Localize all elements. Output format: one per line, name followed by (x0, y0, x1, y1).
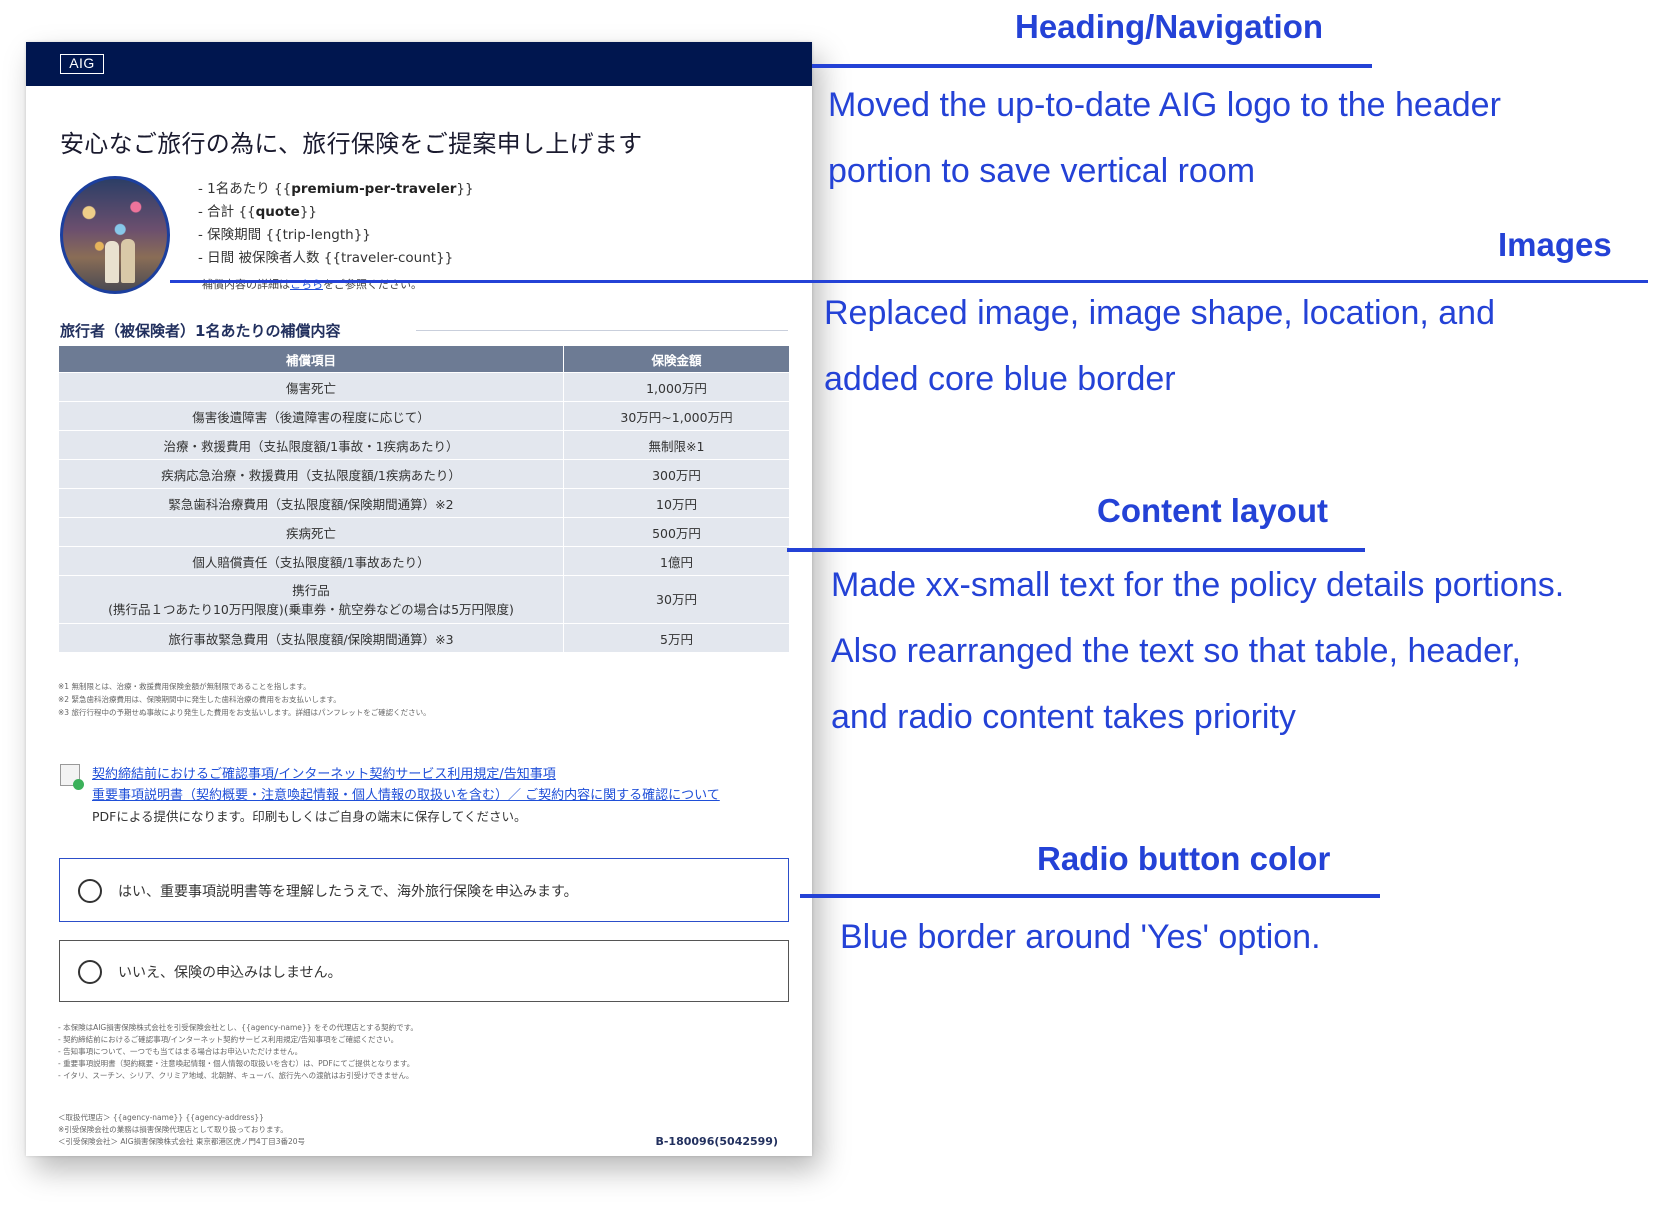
premium-line: - 日間 被保険者人数 {{traveler-count}} (198, 250, 454, 266)
doc-header: AIG (26, 42, 812, 86)
links-note: PDFによる提供になります。印刷もしくはご自身の端末に保存してください。 (92, 809, 527, 824)
annotation-body-images: Replaced image, image shape, location, a… (824, 294, 1495, 398)
document-links: 契約締結前におけるご確認事項/インターネット契約サービス利用規定/告知事項 重要… (92, 764, 720, 827)
premium-summary: - 1名あたり {{premium-per-traveler}} - 合計 {{… (198, 178, 474, 270)
annotation-rule (812, 64, 1372, 68)
fine-print-line: - 本保険はAIG損害保険株式会社を引受保険会社とし、{{agency-name… (58, 1023, 418, 1032)
table-header: 補償項目 (58, 345, 564, 373)
coverage-table: 補償項目 保険金額 傷害死亡 1,000万円 傷害後遺障害（後遺障害の程度に応じて）… (58, 345, 790, 653)
important-matters-link[interactable]: 重要事項説明書（契約概要・注意喚起情報・個人情報の取扱いを含む）／ ご契約内容に… (92, 785, 720, 806)
section-divider (416, 330, 788, 331)
footnote: ※3 旅行行程中の予期せぬ事故により発生した費用をお支払いします。詳細はパンフレ… (58, 708, 431, 717)
premium-line: - 保険期間 {{trip-length}} (198, 227, 371, 243)
coverage-item-cell: 傷害後遺障害（後遺障害の程度に応じて） (58, 401, 564, 431)
table-row: 疾病死亡 500万円 (58, 517, 790, 547)
coverage-item-cell: 旅行事故緊急費用（支払限度額/保険期間通算）※3 (58, 623, 564, 653)
pdf-document-icon (60, 764, 84, 790)
table-row: 治療・救援費用（支払限度額/1事故・1疾病あたり） 無制限※1 (58, 430, 790, 460)
coverage-item-cell: 疾病死亡 (58, 517, 564, 547)
table-row: 旅行事故緊急費用（支払限度額/保険期間通算）※3 5万円 (58, 623, 790, 653)
detail-link-line: 補償内容の詳細はこちらをご参照ください。 (202, 278, 422, 291)
coverage-amount-cell: 30万円~1,000万円 (563, 401, 790, 431)
coverage-amount-cell: 無制限※1 (563, 430, 790, 460)
agency-info: ＜取扱代理店＞ {{agency-name}} {{agency-address… (58, 1112, 558, 1148)
coverage-item-cell: 個人賠償責任（支払限度額/1事故あたり） (58, 546, 564, 576)
agency-line: ※引受保険会社の業務は損害保険代理店として取り扱っております。 (58, 1125, 288, 1134)
annotation-heading-images: Images (1498, 226, 1612, 263)
radio-yes-label: はい、重要事項説明書等を理解したうえで、海外旅行保険を申込みます。 (118, 884, 578, 900)
radio-option-no[interactable]: いいえ、保険の申込みはしません。 (59, 940, 789, 1002)
premium-line: - 1名あたり {{premium-per-traveler}} (198, 181, 474, 197)
agency-line: ＜引受保険会社＞ AIG損害保険株式会社 東京都港区虎ノ門4丁目3番20号 (58, 1137, 306, 1146)
coverage-amount-cell: 30万円 (563, 575, 790, 624)
table-row: 傷害後遺障害（後遺障害の程度に応じて） 30万円~1,000万円 (58, 401, 790, 431)
traveler-figure (121, 239, 135, 283)
fine-print-line: - 重要事項説明書（契約概要・注意喚起情報・個人情報の取扱いを含む）は、PDFに… (58, 1059, 415, 1068)
document-mockup: AIG 安心なご旅行の為に、旅行保険をご提案申し上げます - 1名あたり {{p… (26, 42, 812, 1156)
page-title: 安心なご旅行の為に、旅行保険をご提案申し上げます (60, 130, 643, 158)
table-header: 保険金額 (563, 345, 790, 373)
coverage-amount-cell: 1,000万円 (563, 372, 790, 402)
coverage-item-cell: 緊急歯科治療費用（支払限度額/保険期間通算）※2 (58, 488, 564, 518)
table-row: 携行品 (携行品１つあたり10万円限度)(乗車券・航空券などの場合は5万円限度)… (58, 575, 790, 624)
fine-print: - 本保険はAIG損害保険株式会社を引受保険会社とし、{{agency-name… (58, 1022, 758, 1082)
coverage-item-cell: 疾病応急治療・救援費用（支払限度額/1疾病あたり） (58, 459, 564, 489)
annotation-heading-navigation: Heading/Navigation (1015, 8, 1324, 45)
disclosure-link[interactable]: 契約締結前におけるご確認事項/インターネット契約サービス利用規定/告知事項 (92, 764, 720, 785)
coverage-item-cell: 治療・救援費用（支払限度額/1事故・1疾病あたり） (58, 430, 564, 460)
annotation-rule (800, 894, 1380, 898)
agency-line: ＜取扱代理店＞ {{agency-name}} {{agency-address… (58, 1113, 264, 1122)
radio-no-label: いいえ、保険の申込みはしません。 (118, 965, 342, 981)
annotation-body-navigation: Moved the up-to-date AIG logo to the hea… (828, 86, 1501, 190)
coverage-item-cell: 携行品 (携行品１つあたり10万円限度)(乗車券・航空券などの場合は5万円限度) (58, 575, 564, 624)
radio-option-yes[interactable]: はい、重要事項説明書等を理解したうえで、海外旅行保険を申込みます。 (59, 858, 789, 922)
coverage-amount-cell: 5万円 (563, 623, 790, 653)
footnote: ※2 緊急歯科治療費用は、保険期間中に発生した歯科治療の費用をお支払いします。 (58, 695, 341, 704)
table-row: 緊急歯科治療費用（支払限度額/保険期間通算）※2 10万円 (58, 488, 790, 518)
coverage-amount-cell: 10万円 (563, 488, 790, 518)
table-row: 疾病応急治療・救援費用（支払限度額/1疾病あたり） 300万円 (58, 459, 790, 489)
traveler-figure (105, 241, 119, 283)
footnotes: ※1 無制限とは、治療・救援費用保険金額が無制限であることを指します。 ※2 緊… (58, 680, 790, 719)
table-row: 個人賠償責任（支払限度額/1事故あたり） 1億円 (58, 546, 790, 576)
annotation-heading-radio: Radio button color (1037, 840, 1331, 877)
table-row: 傷害死亡 1,000万円 (58, 372, 790, 402)
fine-print-line: - イタリ、スーチン、シリア、クリミア地域、北朝鮮、キューバ、旅行先への渡航はお… (58, 1071, 414, 1080)
coverage-amount-cell: 300万円 (563, 459, 790, 489)
annotation-body-content-layout: Made xx-small text for the policy detail… (831, 566, 1565, 736)
footnote: ※1 無制限とは、治療・救援費用保険金額が無制限であることを指します。 (58, 682, 311, 691)
section-title: 旅行者（被保険者）1名あたりの補償内容 (60, 322, 341, 340)
annotation-body-radio: Blue border around 'Yes' option. (840, 918, 1321, 956)
premium-line: - 合計 {{quote}} (198, 204, 317, 220)
fine-print-line: - 契約締結前におけるご確認事項/インターネット契約サービス利用規定/告知事項を… (58, 1035, 399, 1044)
travel-photo (60, 176, 170, 294)
annotation-heading-content-layout: Content layout (1097, 492, 1328, 529)
document-number: B-180096(5042599) (655, 1135, 778, 1148)
radio-circle-icon[interactable] (78, 879, 102, 903)
coverage-amount-cell: 500万円 (563, 517, 790, 547)
coverage-item-cell: 傷害死亡 (58, 372, 564, 402)
aig-logo: AIG (60, 54, 104, 74)
fine-print-line: - 告知事項について、一つでも当てはまる場合はお申込いただけません。 (58, 1047, 303, 1056)
radio-circle-icon[interactable] (78, 960, 102, 984)
coverage-amount-cell: 1億円 (563, 546, 790, 576)
